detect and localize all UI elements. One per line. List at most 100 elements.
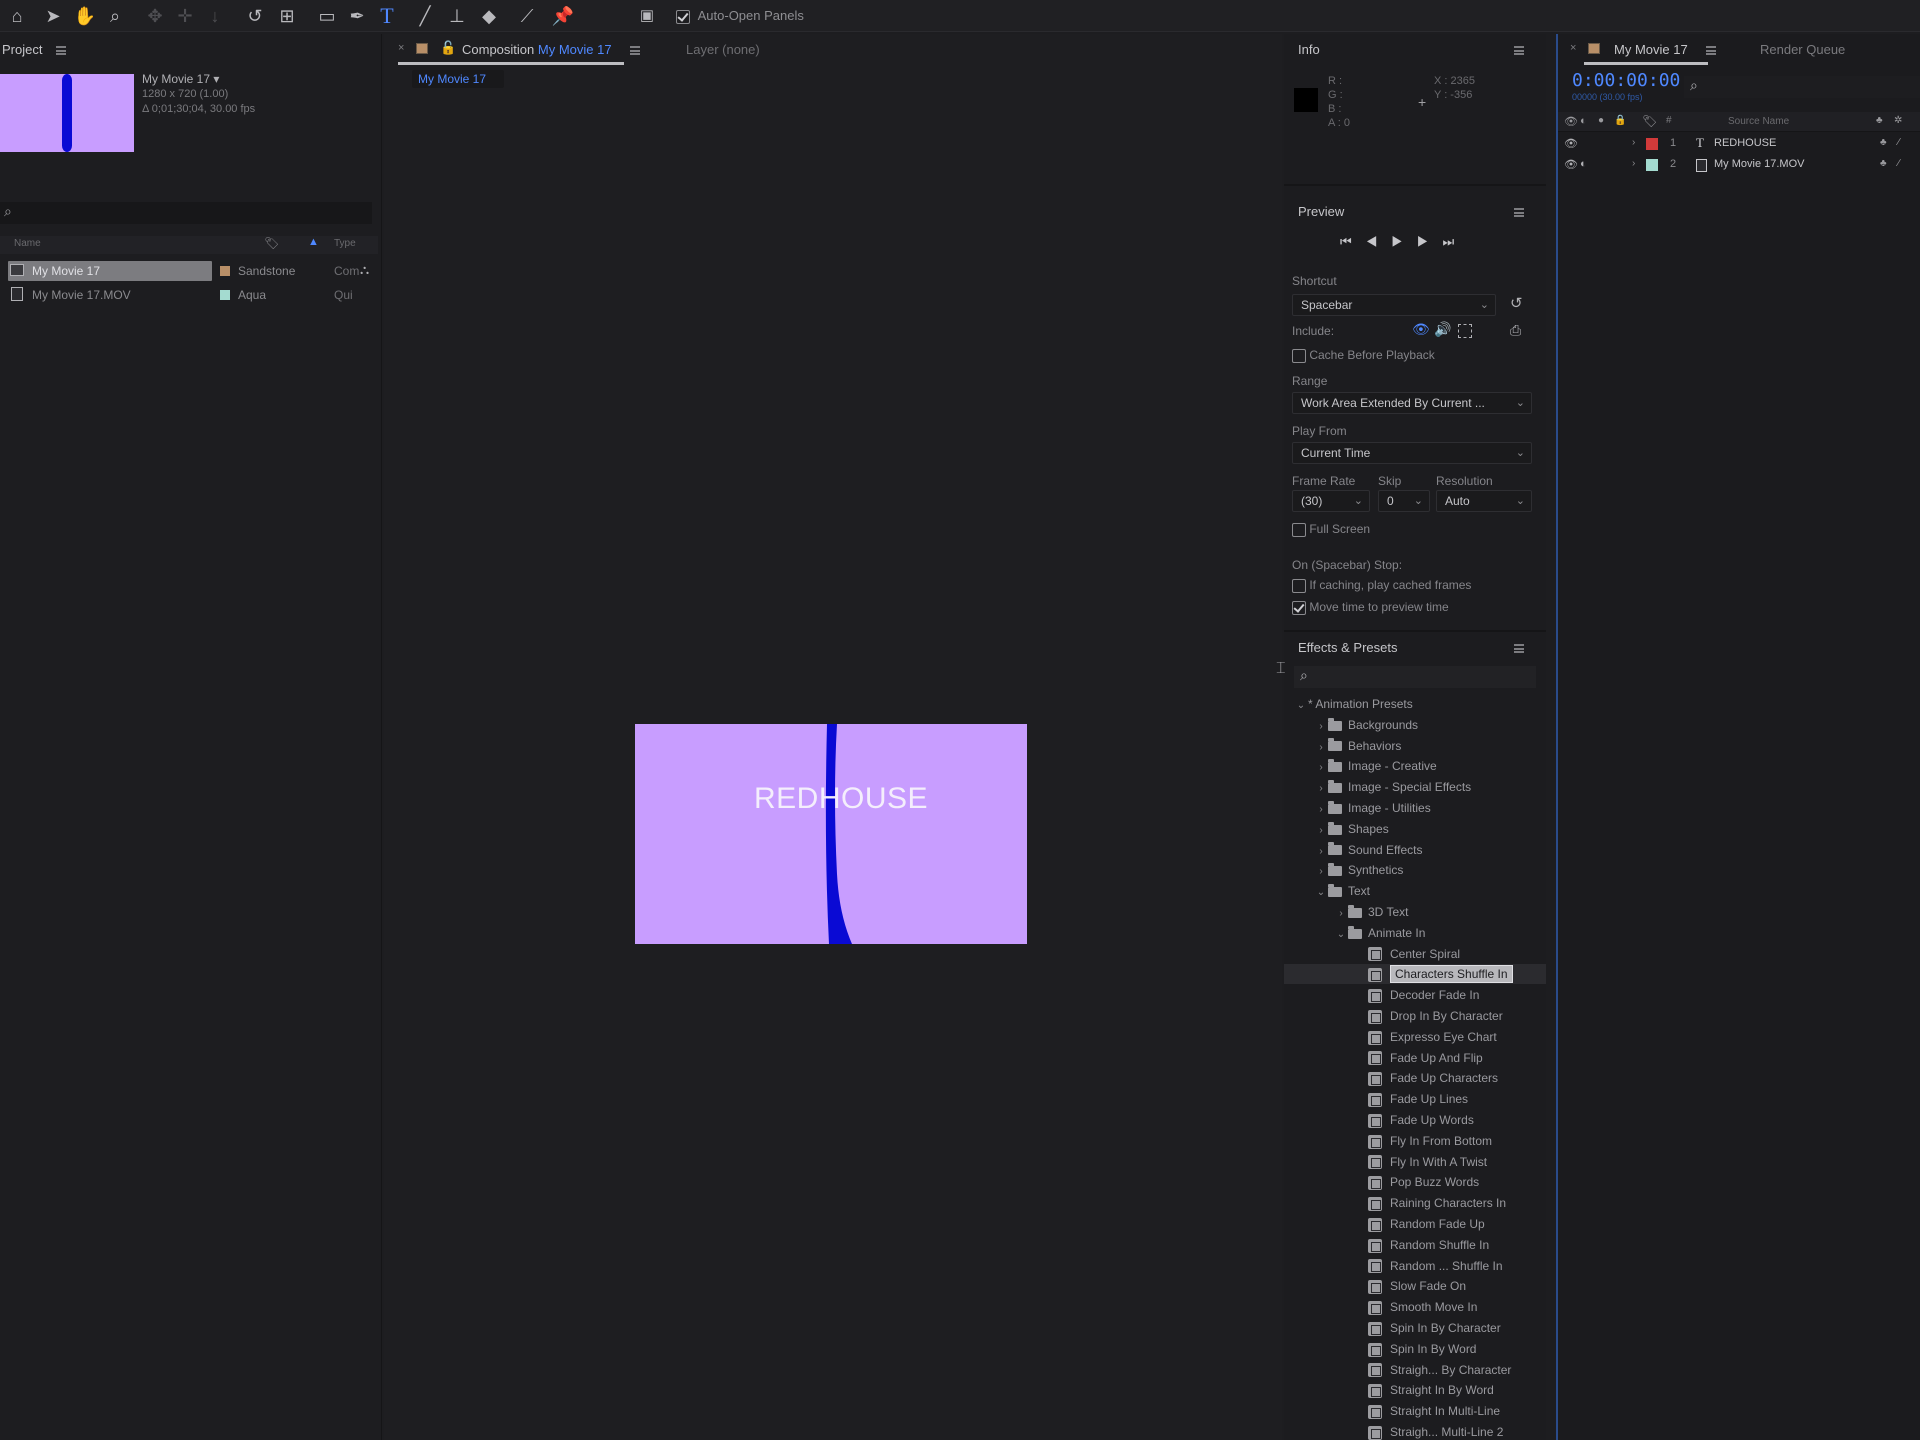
tab-timeline[interactable]: My Movie 17 (1614, 42, 1688, 57)
tree-preset-item[interactable]: Drop In By Character (1284, 1006, 1546, 1026)
chevron-right-icon[interactable]: › (1334, 904, 1348, 924)
auto-open-checkbox[interactable] (676, 9, 690, 24)
lock-icon[interactable]: 🔓 (440, 40, 456, 56)
layer-row[interactable]: 👁 ◐ › 2 My Movie 17.MOV ♣ ∕ (1558, 155, 1920, 175)
solo-icon[interactable]: ● (1598, 115, 1604, 126)
reset-icon[interactable]: ↺ (1510, 294, 1523, 312)
tab-layer[interactable]: Layer (none) (686, 42, 760, 57)
pen-tool-icon[interactable]: ✒ (344, 4, 370, 28)
pan-behind-tool-icon[interactable]: ⊞ (274, 4, 300, 28)
lock-icon[interactable]: 🔒 (1614, 115, 1626, 126)
project-row[interactable]: My Movie 17 Sandstone Com ⛬ (0, 260, 378, 282)
chevron-right-icon[interactable]: › (1314, 821, 1328, 841)
if-caching-option[interactable]: If caching, play cached frames (1292, 578, 1471, 593)
audio-speaker-icon[interactable]: 🔊 (1434, 321, 1451, 338)
close-tab-icon[interactable]: × (398, 42, 404, 54)
tree-preset-item[interactable]: Fade Up Words (1284, 1110, 1546, 1130)
close-tab-icon[interactable]: × (1570, 42, 1576, 54)
rotate-tool-icon[interactable]: ↺ (242, 4, 268, 28)
sort-up-icon[interactable]: ▲ (308, 236, 319, 248)
tree-folder[interactable]: › Behaviors (1284, 736, 1546, 756)
chevron-right-icon[interactable]: › (1314, 800, 1328, 820)
selection-tool-icon[interactable]: ➤ (40, 4, 66, 28)
home-icon[interactable]: ⌂ (4, 4, 30, 28)
last-frame-icon[interactable]: ⏭ (1443, 234, 1469, 249)
tree-folder[interactable]: › Image - Special Effects (1284, 777, 1546, 797)
tree-folder[interactable]: › Synthetics (1284, 860, 1546, 880)
chevron-down-icon[interactable]: ⌄ (1334, 925, 1348, 945)
tree-preset-item[interactable]: Straight In Multi-Line (1284, 1401, 1546, 1421)
tree-preset-item[interactable]: Straigh... By Character (1284, 1360, 1546, 1380)
tree-preset-item[interactable]: Slow Fade On (1284, 1276, 1546, 1296)
cache-checkbox[interactable] (1292, 348, 1306, 363)
video-eye-icon[interactable]: 👁 (1564, 115, 1578, 128)
visibility-eye-icon[interactable]: 👁 (1564, 158, 1578, 171)
chevron-right-icon[interactable]: › (1314, 842, 1328, 862)
composition-menu-icon[interactable] (630, 46, 640, 55)
effects-panel-title[interactable]: Effects & Presets (1298, 640, 1397, 655)
label-swatch[interactable] (220, 290, 230, 300)
tree-preset-item[interactable]: Random Fade Up (1284, 1214, 1546, 1234)
shortcut-select[interactable]: Spacebar ⌄ (1292, 294, 1496, 316)
tree-preset-item[interactable]: Fade Up Lines (1284, 1089, 1546, 1109)
chevron-right-icon[interactable]: › (1314, 738, 1328, 758)
tab-composition[interactable]: Composition My Movie 17 (462, 42, 612, 57)
project-menu-icon[interactable] (56, 46, 66, 55)
info-menu-icon[interactable] (1514, 46, 1524, 55)
preview-panel-title[interactable]: Preview (1298, 204, 1344, 219)
tree-preset-item[interactable]: Expresso Eye Chart (1284, 1027, 1546, 1047)
dolly-camera-icon[interactable]: ↓ (202, 4, 228, 28)
tree-folder[interactable]: › Sound Effects (1284, 840, 1546, 860)
expand-chevron-icon[interactable]: › (1632, 158, 1635, 169)
audio-speaker-icon[interactable]: ◐ (1580, 115, 1587, 127)
switch-icon[interactable]: ∕ (1898, 158, 1900, 169)
tree-preset-item[interactable]: Fade Up Characters (1284, 1068, 1546, 1088)
chevron-right-icon[interactable]: › (1314, 862, 1328, 882)
auto-open-panels-toggle[interactable]: Auto-Open Panels (676, 8, 804, 24)
type-column-header[interactable]: Type (334, 238, 356, 249)
composition-viewer-frame[interactable]: REDHOUSE (635, 724, 1027, 944)
play-icon[interactable]: ▶ (1391, 234, 1417, 249)
tree-preset-item[interactable]: Fly In With A Twist (1284, 1152, 1546, 1172)
external-monitor-icon[interactable]: ⎙ (1510, 322, 1521, 339)
brush-tool-icon[interactable]: ╱ (412, 4, 438, 28)
source-name-header[interactable]: Source Name (1728, 116, 1789, 127)
resolution-select[interactable]: Auto ⌄ (1436, 490, 1532, 512)
shy-icon[interactable]: ♣ (1880, 158, 1887, 169)
type-tool-icon[interactable]: T (374, 4, 400, 28)
tree-preset-item[interactable]: Random Shuffle In (1284, 1235, 1546, 1255)
tree-preset-item[interactable]: Spin In By Character (1284, 1318, 1546, 1338)
tree-subfolder[interactable]: ⌄ Animate In (1284, 923, 1546, 943)
tree-preset-item[interactable]: Fade Up And Flip (1284, 1048, 1546, 1068)
tree-preset-item[interactable]: Center Spiral (1284, 944, 1546, 964)
layer-label-swatch[interactable] (1646, 138, 1658, 150)
cache-before-playback[interactable]: Cache Before Playback (1292, 348, 1435, 363)
switch-icon[interactable]: ∕ (1898, 137, 1900, 148)
zoom-tool-icon[interactable]: ⌕ (102, 4, 128, 28)
tree-root-animation-presets[interactable]: ⌄ * Animation Presets (1284, 694, 1546, 714)
eraser-tool-icon[interactable]: ◆ (476, 4, 502, 28)
pan-camera-icon[interactable]: ✛ (172, 4, 198, 28)
overlays-icon[interactable] (1458, 324, 1472, 338)
tree-preset-item[interactable]: Fly In From Bottom (1284, 1131, 1546, 1151)
audio-speaker-icon[interactable]: ◐ (1580, 158, 1587, 170)
video-eye-icon[interactable]: 👁 (1412, 321, 1430, 338)
tree-folder[interactable]: › Image - Creative (1284, 756, 1546, 776)
chevron-right-icon[interactable]: › (1314, 779, 1328, 799)
first-frame-icon[interactable]: ⏮ (1340, 234, 1366, 249)
visibility-eye-icon[interactable]: 👁 (1564, 137, 1578, 150)
tree-folder[interactable]: ⌄ Text (1284, 881, 1546, 901)
hand-tool-icon[interactable]: ✋ (72, 4, 98, 28)
effects-search-input[interactable]: ⌕ (1294, 666, 1536, 688)
next-frame-icon[interactable]: ▶ (1417, 234, 1443, 249)
name-column-header[interactable]: Name (14, 238, 41, 249)
chevron-right-icon[interactable]: › (1314, 717, 1328, 737)
tree-preset-item[interactable]: Spin In By Word (1284, 1339, 1546, 1359)
tree-folder[interactable]: › Shapes (1284, 819, 1546, 839)
tree-preset-item[interactable]: Random ... Shuffle In (1284, 1256, 1546, 1276)
move-time-option[interactable]: Move time to preview time (1292, 600, 1449, 615)
tree-preset-item[interactable]: Decoder Fade In (1284, 985, 1546, 1005)
skip-select[interactable]: 0 ⌄ (1378, 490, 1430, 512)
breadcrumb[interactable]: My Movie 17 (412, 70, 504, 88)
move-time-checkbox[interactable] (1292, 600, 1306, 615)
